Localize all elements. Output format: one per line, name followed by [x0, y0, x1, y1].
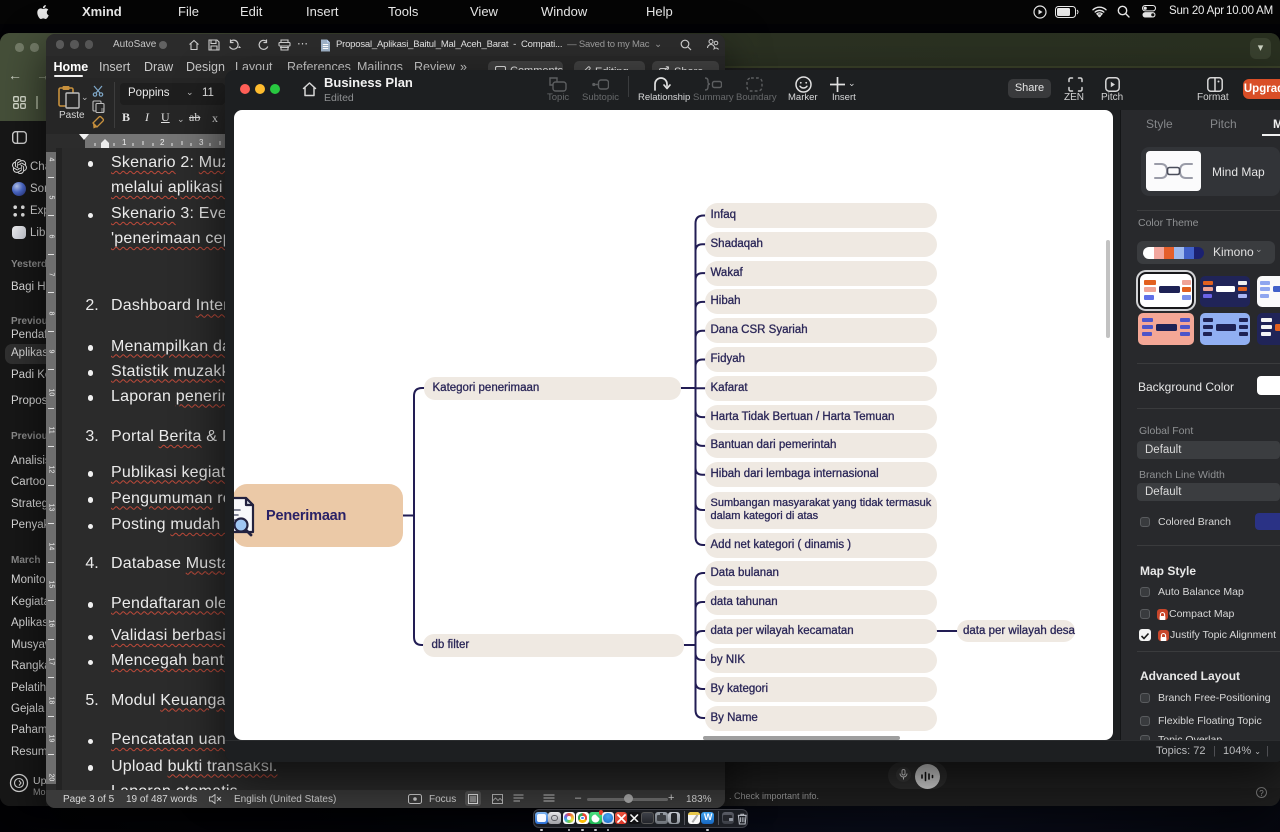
svg-text:3: 3 — [199, 138, 204, 147]
svg-text:2: 2 — [160, 138, 165, 147]
svg-text:1: 1 — [122, 138, 127, 147]
